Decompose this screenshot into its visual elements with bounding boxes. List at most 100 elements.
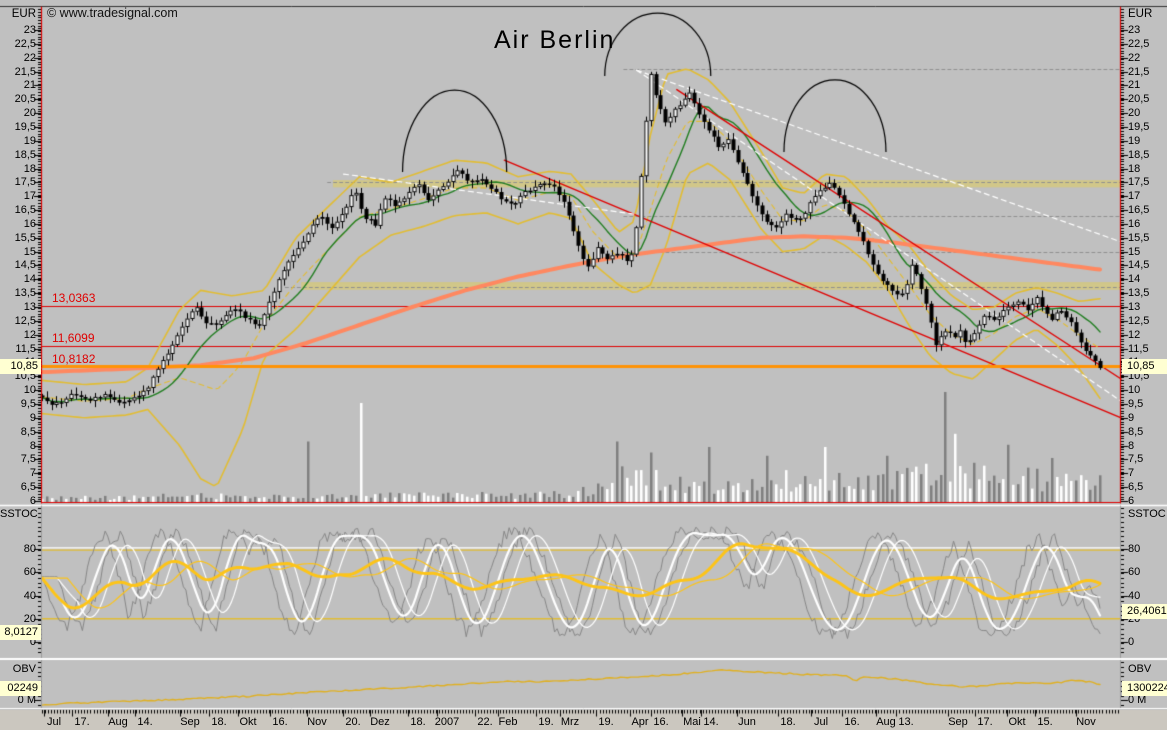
price-tick-label: 21,5 — [0, 66, 36, 79]
time-tick-label: 20. — [345, 716, 360, 728]
price-tick-label: 16,5 — [0, 204, 36, 217]
price-tick-label: 20 — [0, 107, 36, 120]
price-tick-label: 18 — [1128, 163, 1166, 176]
price-tick-label: 7 — [0, 467, 36, 480]
price-tick-label: 9,5 — [0, 398, 36, 411]
price-tick-label: 13 — [0, 301, 36, 314]
price-tick-label: 7,5 — [0, 453, 36, 466]
price-tick-label: 20,5 — [0, 93, 36, 106]
price-level-label: 13,0363 — [52, 291, 95, 305]
price-tick-label: 6 — [0, 495, 36, 508]
time-tick-label: 14. — [137, 716, 152, 728]
price-tick-label: 16 — [0, 218, 36, 231]
price-tick-label: 10 — [1128, 384, 1166, 397]
time-tick-label: 18. — [211, 716, 226, 728]
time-tick-label: Feb — [499, 716, 518, 728]
price-tick-label: 15,5 — [1128, 232, 1166, 245]
last-price-badge-left: 10,85 — [0, 359, 41, 374]
price-tick-label: 22 — [1128, 52, 1166, 65]
time-tick-label: Apr — [631, 716, 648, 728]
time-tick-label: 17. — [74, 716, 89, 728]
price-tick-label: 6,5 — [1128, 481, 1166, 494]
price-tick-label: 11,5 — [0, 343, 36, 356]
price-tick-label: 6 — [1128, 495, 1166, 508]
price-tick-label: 7,5 — [1128, 453, 1166, 466]
price-tick-label: 18 — [0, 163, 36, 176]
price-tick-label: 15 — [1128, 246, 1166, 259]
sstoc-tick-label: 0 — [1128, 636, 1166, 649]
price-tick-label: 12,5 — [1128, 315, 1166, 328]
price-tick-label: 9 — [1128, 412, 1166, 425]
price-tick-label: 21 — [0, 79, 36, 92]
price-tick-label: 9 — [0, 412, 36, 425]
time-tick-label: Jul — [47, 716, 61, 728]
time-tick-label: 14. — [703, 716, 718, 728]
price-tick-label: 21,5 — [1128, 66, 1166, 79]
price-tick-label: 17 — [0, 190, 36, 203]
price-tick-label: 6,5 — [0, 481, 36, 494]
price-tick-label: 19 — [0, 135, 36, 148]
price-tick-label: 13,5 — [0, 287, 36, 300]
time-tick-label: Sep — [948, 716, 968, 728]
right-axis-unit: EUR — [1128, 8, 1166, 21]
left-axis-unit: EUR — [0, 8, 36, 21]
sstoc-tick-label: 40 — [0, 590, 36, 603]
price-tick-label: 9,5 — [1128, 398, 1166, 411]
time-tick-label: 18. — [780, 716, 795, 728]
price-tick-label: 8 — [0, 440, 36, 453]
price-tick-label: 10 — [0, 384, 36, 397]
time-tick-label: Sep — [180, 716, 200, 728]
price-level-label: 11,6099 — [52, 331, 95, 345]
price-tick-label: 18,5 — [0, 149, 36, 162]
price-tick-label: 8,5 — [0, 426, 36, 439]
sstoc-tick-label: 60 — [1128, 566, 1166, 579]
last-price-badge-right: 10,85 — [1122, 359, 1167, 374]
time-tick-label: Nov — [1076, 716, 1096, 728]
price-tick-label: 16 — [1128, 218, 1166, 231]
price-tick-label: 22 — [0, 52, 36, 65]
time-tick-label: Aug — [876, 716, 896, 728]
price-tick-label: 14 — [1128, 273, 1166, 286]
price-tick-label: 17,5 — [1128, 176, 1166, 189]
price-tick-label: 8 — [1128, 440, 1166, 453]
price-tick-label: 22,5 — [0, 38, 36, 51]
price-tick-label: 12 — [1128, 329, 1166, 342]
time-tick-label: 19. — [598, 716, 613, 728]
price-tick-label: 19 — [1128, 135, 1166, 148]
price-tick-label: 12,5 — [0, 315, 36, 328]
price-tick-label: 14,5 — [0, 259, 36, 272]
price-level-label: 10,8182 — [52, 352, 95, 366]
price-tick-label: 17,5 — [0, 176, 36, 189]
sstoc-axis-label-left: SSTOC — [0, 508, 36, 521]
time-tick-label: Jun — [738, 716, 756, 728]
time-tick-label: 2007 — [435, 716, 459, 728]
obv-value-badge-right: 1300224 — [1122, 681, 1167, 696]
price-tick-label: 15,5 — [0, 232, 36, 245]
chart-title: Air Berlin — [494, 26, 615, 55]
copyright-text: © www.tradesignal.com — [47, 6, 178, 20]
sstoc-tick-label: 40 — [1128, 590, 1166, 603]
price-tick-label: 8,5 — [1128, 426, 1166, 439]
time-tick-label: Dez — [370, 716, 390, 728]
time-tick-label: Aug — [108, 716, 128, 728]
sstoc-tick-label: 60 — [0, 566, 36, 579]
time-tick-label: Mrz — [561, 716, 579, 728]
price-tick-label: 14 — [0, 273, 36, 286]
time-tick-label: 15. — [1037, 716, 1052, 728]
time-tick-label: Mai — [683, 716, 701, 728]
price-tick-label: 19,5 — [0, 121, 36, 134]
time-tick-label: Okt — [1008, 716, 1025, 728]
time-tick-label: 18. — [410, 716, 425, 728]
price-tick-label: 13,5 — [1128, 287, 1166, 300]
time-tick-label: 13. — [898, 716, 913, 728]
price-tick-label: 20,5 — [1128, 93, 1166, 106]
time-tick-label: 17. — [977, 716, 992, 728]
time-tick-label: 22. — [477, 716, 492, 728]
time-tick-label: 16. — [844, 716, 859, 728]
price-tick-label: 7 — [1128, 467, 1166, 480]
sstoc-axis-label-right: SSTOC — [1128, 508, 1166, 521]
price-tick-label: 18,5 — [1128, 149, 1166, 162]
price-tick-label: 11,5 — [1128, 343, 1166, 356]
time-tick-label: 16. — [272, 716, 287, 728]
sstoc-tick-label: 80 — [1128, 543, 1166, 556]
